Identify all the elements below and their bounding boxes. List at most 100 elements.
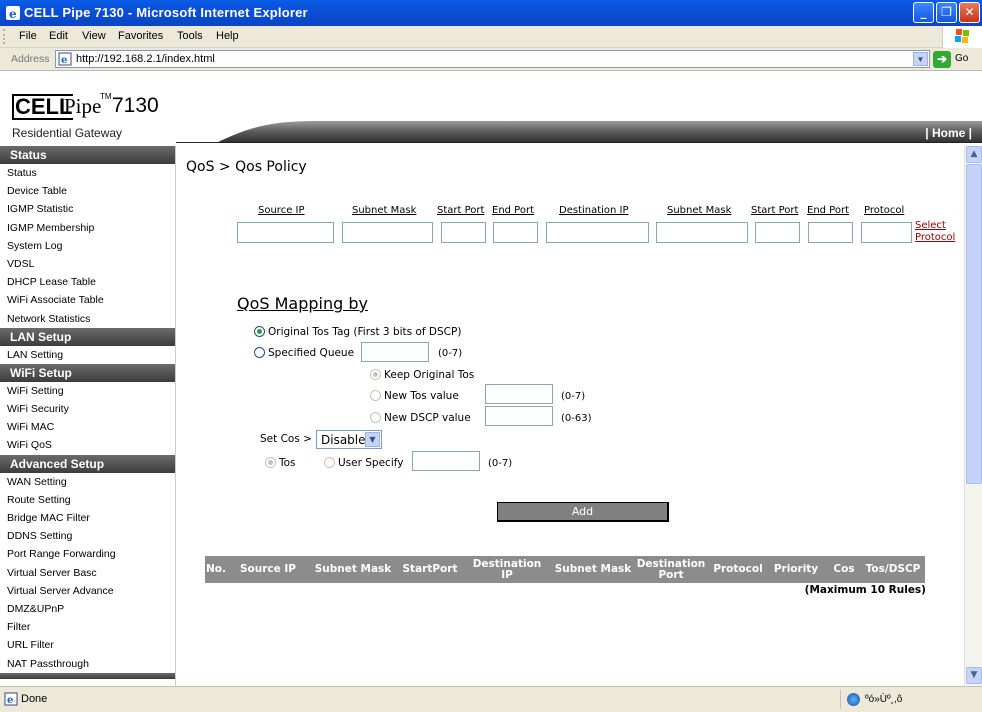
col-protocol: Protocol: [864, 205, 905, 216]
col-dest-subnet-mask: Subnet Mask: [667, 205, 732, 216]
sidebar-item-igmp-statistic[interactable]: IGMP Statistic: [0, 200, 175, 218]
sidebar-item-route-setting[interactable]: Route Setting: [0, 491, 175, 509]
sidebar-item-status[interactable]: Status: [0, 164, 175, 182]
home-link[interactable]: | Home |: [925, 126, 972, 140]
sidebar-section-advanced-setup[interactable]: Advanced Setup: [0, 454, 175, 473]
sidebar-item-wifi-mac[interactable]: WiFi MAC: [0, 418, 175, 436]
page-header: CELL Pipe TM 7130 Residential Gateway | …: [0, 72, 982, 146]
sidebar-item-ddns-setting[interactable]: DDNS Setting: [0, 527, 175, 545]
sidebar-item-system-log[interactable]: System Log: [0, 237, 175, 255]
scroll-up-icon[interactable]: ▲: [966, 146, 982, 163]
protocol-input[interactable]: [861, 222, 912, 243]
new-dscp-radio[interactable]: [370, 412, 381, 423]
menu-favorites[interactable]: Favorites: [118, 30, 163, 42]
source-ip-input[interactable]: [237, 222, 334, 243]
address-input[interactable]: e http://192.168.2.1/index.html ▼: [55, 50, 930, 68]
sidebar-item-lan-setting[interactable]: LAN Setting: [0, 346, 175, 364]
sidebar-item-dmz-upnp[interactable]: DMZ&UPnP: [0, 600, 175, 618]
specified-queue-input[interactable]: [361, 342, 429, 362]
col-dest-start-port: Start Port: [751, 205, 799, 216]
start-port-input[interactable]: [441, 222, 486, 243]
header-swoosh-bar: [176, 121, 982, 143]
address-label: Address: [11, 53, 50, 65]
sidebar-item-wifi-associate-table[interactable]: WiFi Associate Table: [0, 291, 175, 309]
keep-original-tos-radio[interactable]: [370, 369, 381, 380]
original-tos-radio[interactable]: [254, 326, 265, 337]
menu-view[interactable]: View: [82, 30, 106, 42]
rules-col-destination-ip: Destination IP: [472, 557, 542, 581]
menu-file[interactable]: File: [19, 30, 37, 42]
sidebar-item-port-range-forwarding[interactable]: Port Range Forwarding: [0, 545, 175, 563]
select-protocol-line2[interactable]: Protocol: [915, 232, 955, 243]
sidebar-item-filter[interactable]: Filter: [0, 618, 175, 636]
col-source-ip: Source IP: [258, 205, 305, 216]
select-protocol-line1[interactable]: Select: [915, 220, 946, 231]
sidebar-item-wifi-security[interactable]: WiFi Security: [0, 400, 175, 418]
sidebar-item-wifi-setting[interactable]: WiFi Setting: [0, 382, 175, 400]
sidebar-item-vdsl[interactable]: VDSL: [0, 255, 175, 273]
add-button[interactable]: Add: [497, 502, 669, 522]
sidebar-item-virtual-server-basic[interactable]: Virtual Server Basc: [0, 564, 175, 582]
sidebar-section-wifi-setup[interactable]: WiFi Setup: [0, 363, 175, 382]
col-dest-end-port: End Port: [807, 205, 850, 216]
go-arrow-icon[interactable]: ➔: [933, 51, 951, 68]
user-specify-radio[interactable]: [324, 457, 335, 468]
sidebar-item-url-filter[interactable]: URL Filter: [0, 636, 175, 654]
sidebar-section-status[interactable]: Status: [0, 146, 175, 164]
select-protocol-link[interactable]: Select Protocol: [915, 220, 955, 244]
user-specify-input[interactable]: [412, 451, 480, 471]
title-bar: e CELL Pipe 7130 - Microsoft Internet Ex…: [0, 0, 982, 26]
sidebar-section-lan-setup[interactable]: LAN Setup: [0, 327, 175, 346]
tos-radio[interactable]: [265, 457, 276, 468]
logo-model: 7130: [112, 94, 159, 117]
address-url: http://192.168.2.1/index.html: [76, 53, 215, 65]
vertical-scrollbar[interactable]: ▲ ▼: [964, 146, 982, 686]
new-tos-radio[interactable]: [370, 390, 381, 401]
address-dropdown-icon[interactable]: ▼: [913, 52, 928, 66]
menu-tools[interactable]: Tools: [177, 30, 203, 42]
qos-mapping-title: QoS Mapping by: [237, 294, 368, 313]
logo-trademark: TM: [100, 92, 112, 101]
maximize-button[interactable]: ❐: [936, 2, 957, 23]
scroll-thumb[interactable]: [966, 164, 982, 484]
rules-col-dest-subnet-mask: Subnet Mask: [554, 563, 632, 575]
destination-ip-input[interactable]: [546, 222, 649, 243]
sidebar-item-virtual-server-advance[interactable]: Virtual Server Advance: [0, 582, 175, 600]
dest-start-port-input[interactable]: [755, 222, 800, 243]
sidebar-item-device-table[interactable]: Device Table: [0, 182, 175, 200]
minimize-button[interactable]: _: [913, 2, 934, 23]
rules-col-subnet-mask: Subnet Mask: [314, 563, 392, 575]
scroll-down-icon[interactable]: ▼: [966, 667, 982, 684]
go-button[interactable]: Go: [955, 53, 968, 64]
sidebar-section-partial: [0, 672, 175, 679]
subnet-mask-input[interactable]: [342, 222, 433, 243]
main-content: QoS > Qos Policy Source IP Subnet Mask S…: [176, 146, 964, 686]
close-button[interactable]: ✕: [959, 2, 980, 23]
menu-help[interactable]: Help: [216, 30, 239, 42]
sidebar-item-network-statistics[interactable]: Network Statistics: [0, 310, 175, 328]
dest-end-port-input[interactable]: [808, 222, 853, 243]
dest-subnet-mask-input[interactable]: [656, 222, 748, 243]
toolbar-grip: [3, 29, 6, 44]
sidebar-item-bridge-mac-filter[interactable]: Bridge MAC Filter: [0, 509, 175, 527]
cos-select[interactable]: Disable ▼: [316, 430, 382, 449]
rules-col-start-port: StartPort: [402, 563, 458, 575]
sidebar-nav: Status Status Device Table IGMP Statisti…: [0, 146, 176, 686]
new-dscp-input[interactable]: [485, 406, 553, 426]
new-tos-input[interactable]: [485, 384, 553, 404]
sidebar-item-dhcp-lease-table[interactable]: DHCP Lease Table: [0, 273, 175, 291]
specified-queue-radio[interactable]: [254, 347, 265, 358]
sidebar-item-wan-setting[interactable]: WAN Setting: [0, 473, 175, 491]
menu-bar: File Edit View Favorites Tools Help: [0, 26, 982, 48]
sidebar-item-igmp-membership[interactable]: IGMP Membership: [0, 219, 175, 237]
queue-range: (0-7): [438, 348, 463, 359]
page-icon: e: [58, 52, 72, 66]
chevron-down-icon[interactable]: ▼: [365, 432, 380, 447]
rules-col-tos-dscp: Tos/DSCP: [865, 563, 921, 575]
col-destination-ip: Destination IP: [559, 205, 629, 216]
page-title: QoS > Qos Policy: [186, 159, 307, 175]
sidebar-item-wifi-qos[interactable]: WiFi QoS: [0, 436, 175, 454]
menu-edit[interactable]: Edit: [49, 30, 68, 42]
end-port-input[interactable]: [493, 222, 538, 243]
sidebar-item-nat-passthrough[interactable]: NAT Passthrough: [0, 655, 175, 673]
